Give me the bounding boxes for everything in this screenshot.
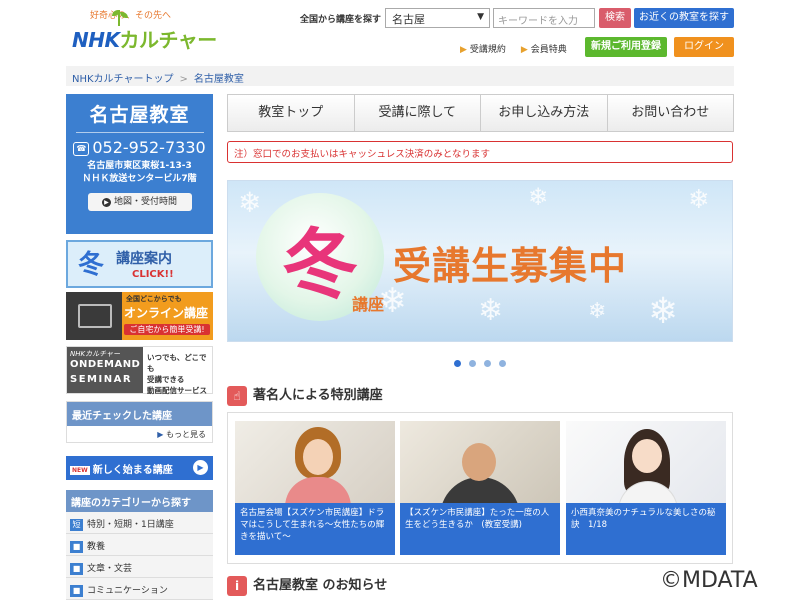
breadcrumb: NHKカルチャートップ > 名古屋教室 bbox=[66, 66, 734, 86]
chevron-down-icon: ▼ bbox=[477, 12, 484, 22]
arrow-icon: ▶ bbox=[520, 45, 528, 55]
tab-how-to-apply[interactable]: お申し込み方法 bbox=[481, 95, 608, 131]
course-card[interactable]: 小西真奈美のナチュラルな美しさの秘訣 1/18 bbox=[566, 421, 726, 555]
class-nav-tabs: 教室トップ 受講に際して お申し込み方法 お問い合わせ bbox=[227, 94, 734, 132]
winter-course-banner[interactable]: 冬 講座案内 CLICK!! bbox=[66, 240, 213, 288]
tab-contact[interactable]: お問い合わせ bbox=[608, 95, 734, 131]
news-heading: i 名古屋教室 のお知らせ bbox=[227, 574, 387, 596]
book-icon: ■ bbox=[70, 540, 83, 553]
search-button[interactable]: 検索 bbox=[599, 8, 631, 28]
recently-viewed-box: 最近チェックした講座 ▶ もっと見る bbox=[66, 401, 213, 443]
arrow-right-icon: ▶ bbox=[193, 460, 208, 475]
find-nearby-class-button[interactable]: お近くの教室を探す bbox=[634, 8, 734, 28]
map-hours-button[interactable]: ▶ 地図・受付時間 bbox=[87, 193, 192, 211]
watermark: ©MDATA bbox=[660, 568, 758, 593]
class-phone: ☎ 052-952-7330 bbox=[66, 138, 213, 157]
slider-dots bbox=[454, 357, 514, 370]
arrow-icon: ▶ bbox=[460, 45, 467, 55]
payment-notice: 注）窓口でのお支払いはキャッシュレス決済のみとなります bbox=[227, 141, 733, 163]
new-courses-button[interactable]: NEW 新しく始まる講座 ▶ bbox=[66, 456, 213, 480]
hero-banner[interactable]: ❄ ❄ ❄ ❄ ❄ ❄ ❄ 冬 講座 受講生募集中 bbox=[227, 180, 733, 342]
search-label: 全国から講座を探す bbox=[300, 15, 382, 25]
lecturer-photo bbox=[400, 421, 560, 503]
course-card-caption: 小西真奈美のナチュラルな美しさの秘訣 1/18 bbox=[566, 503, 726, 555]
ondemand-seminar-banner[interactable]: NHKカルチャー ONDEMAND SEMINAR いつでも、どこでも 受講でき… bbox=[66, 346, 213, 395]
login-button[interactable]: ログイン bbox=[674, 37, 734, 57]
lecturer-photo bbox=[235, 421, 395, 503]
play-icon: ▶ bbox=[101, 198, 111, 207]
breadcrumb-current: 名古屋教室 bbox=[193, 74, 244, 85]
recently-viewed-title: 最近チェックした講座 bbox=[67, 402, 212, 426]
see-more-link[interactable]: ▶ もっと見る bbox=[67, 426, 212, 443]
snowflake-icon: ❄ bbox=[688, 185, 710, 215]
online-course-banner[interactable]: 全国どこからでも オンライン講座 ご自宅から簡単受講! bbox=[66, 292, 213, 340]
snowflake-icon: ❄ bbox=[238, 186, 262, 219]
hero-course-label: 講座 bbox=[352, 295, 385, 314]
slider-dot[interactable] bbox=[454, 360, 461, 367]
phone-icon: ☎ bbox=[73, 141, 90, 156]
course-card-caption: 名古屋会場【スズケン市民講座】ドラマはこうして生まれる～女性たちの輝きを描いて～ bbox=[235, 503, 395, 555]
hero-recruiting-text: 受講生募集中 bbox=[393, 244, 628, 288]
tab-class-top[interactable]: 教室トップ bbox=[228, 95, 355, 131]
area-select[interactable]: 名古屋 ▼ bbox=[385, 8, 490, 28]
lecturer-photo bbox=[566, 421, 726, 503]
arrow-icon: ▶ bbox=[157, 430, 166, 439]
snowflake-icon: ❄ bbox=[478, 293, 504, 328]
special-courses-panel: 名古屋会場【スズケン市民講座】ドラマはこうして生まれる～女性たちの輝きを描いて～… bbox=[227, 412, 733, 564]
logo-tagline: 好奇心の、その先へ bbox=[90, 11, 172, 21]
class-info-box: 名古屋教室 ☎ 052-952-7330 名古屋市東区東桜1-13-3 ＮＨＫ放送… bbox=[66, 94, 213, 234]
info-icon: i bbox=[227, 575, 247, 596]
category-item[interactable]: ■ 教養 bbox=[66, 534, 213, 556]
class-name: 名古屋教室 bbox=[89, 104, 190, 126]
register-button[interactable]: 新規ご利用登録 bbox=[585, 37, 667, 57]
category-item[interactable]: ■ コミュニケーション bbox=[66, 578, 213, 600]
slider-dot[interactable] bbox=[469, 360, 476, 367]
breadcrumb-home[interactable]: NHKカルチャートップ bbox=[72, 74, 173, 85]
category-title: 講座のカテゴリーから探す bbox=[66, 490, 213, 512]
special-courses-heading: ☝ 著名人による特別講座 bbox=[227, 384, 383, 406]
class-address: 名古屋市東区東桜1-13-3 ＮＨＫ放送センタービル7階 bbox=[82, 161, 197, 184]
slider-dot[interactable] bbox=[484, 360, 491, 367]
logo-text: NHKカルチャー bbox=[72, 28, 217, 52]
course-card-caption: 【スズケン市民講座】たった一度の人生をどう生きるか (教室受講) bbox=[400, 503, 560, 555]
keyword-input[interactable]: キーワードを入力 bbox=[493, 8, 595, 28]
hero-winter-char: 冬 bbox=[282, 220, 358, 309]
snowflake-icon: ❄ bbox=[648, 291, 679, 332]
chat-icon: ■ bbox=[70, 584, 83, 597]
category-item[interactable]: ■ 文章・文芸 bbox=[66, 556, 213, 578]
nhk-culture-logo[interactable]: 好奇心の、その先へ NHKカルチャー bbox=[72, 8, 217, 52]
category-list: 講座のカテゴリーから探す 短特別・短期・1日講座 ■ 教養 ■ 文章・文芸 ■ コミュ… bbox=[66, 490, 213, 600]
new-badge: NEW bbox=[70, 465, 90, 475]
short-course-icon: 短 bbox=[70, 518, 83, 531]
header-links: ▶ 受講規約 ▶ 会員特典 bbox=[460, 42, 579, 55]
snowflake-icon: ❄ bbox=[588, 299, 607, 324]
course-card[interactable]: 【スズケン市民講座】たった一度の人生をどう生きるか (教室受講) bbox=[400, 421, 560, 555]
snowflake-icon: ❄ bbox=[528, 183, 549, 211]
pen-icon: ■ bbox=[70, 562, 83, 575]
category-item[interactable]: 短特別・短期・1日講座 bbox=[66, 512, 213, 534]
slider-dot[interactable] bbox=[499, 360, 506, 367]
tab-enrollment-info[interactable]: 受講に際して bbox=[355, 95, 481, 131]
terms-link[interactable]: ▶ 受講規約 bbox=[460, 45, 506, 55]
course-card[interactable]: 名古屋会場【スズケン市民講座】ドラマはこうして生まれる～女性たちの輝きを描いて～ bbox=[235, 421, 395, 555]
member-benefits-link[interactable]: ▶ 会員特典 bbox=[521, 45, 567, 55]
headphones-laptop-image bbox=[66, 292, 122, 340]
hand-pointer-icon: ☝ bbox=[227, 385, 247, 406]
